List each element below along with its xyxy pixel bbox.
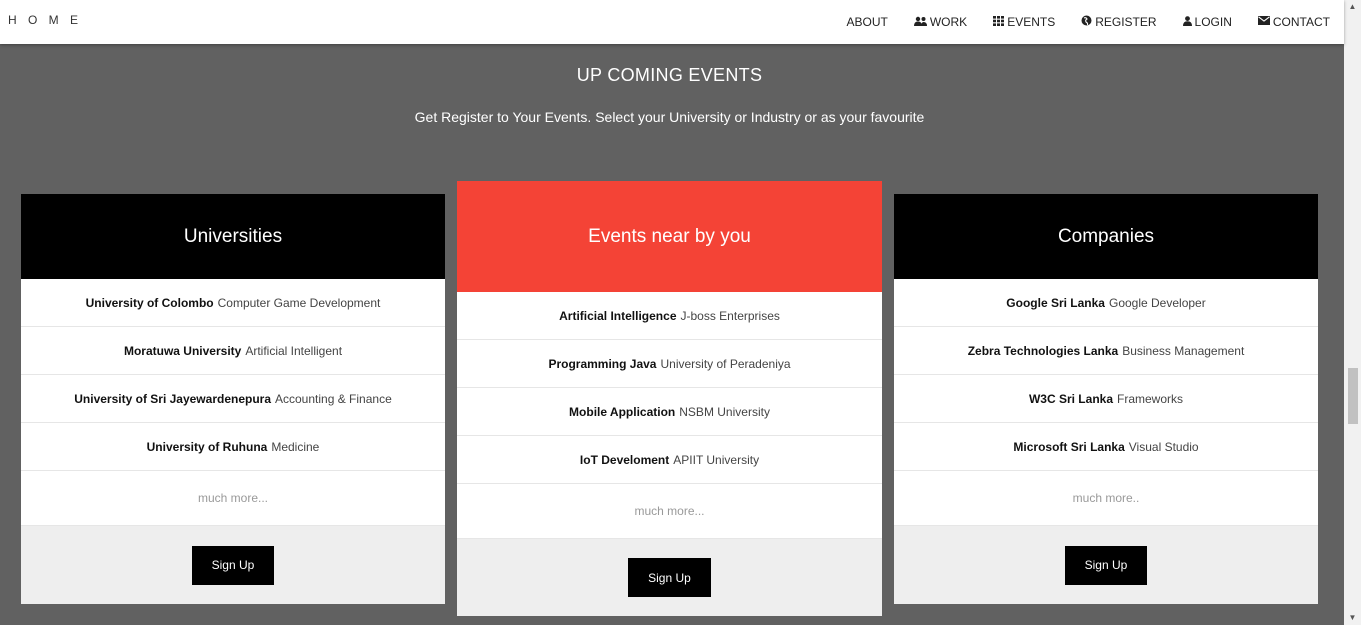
item-detail: University of Peradeniya bbox=[660, 356, 791, 371]
card-footer: Sign Up bbox=[894, 526, 1318, 604]
much-more-text: much more.. bbox=[894, 471, 1318, 526]
universities-card: Universities University of Colombo Comput… bbox=[21, 194, 445, 604]
item-name: University of Ruhuna bbox=[146, 439, 268, 454]
nav-login-label: LOGIN bbox=[1194, 15, 1232, 29]
item-detail: Visual Studio bbox=[1128, 439, 1199, 454]
nav-contact-label: CONTACT bbox=[1272, 15, 1330, 29]
card-header: Events near by you bbox=[457, 181, 882, 292]
item-detail: Business Management bbox=[1122, 343, 1245, 358]
sign-up-button[interactable]: Sign Up bbox=[192, 545, 274, 585]
list-item: Programming Java University of Peradeniya bbox=[457, 340, 882, 388]
globe-icon bbox=[1081, 15, 1092, 29]
page-scrollbar[interactable]: ▲ ▼ bbox=[1344, 0, 1361, 625]
item-detail: J-boss Enterprises bbox=[680, 308, 780, 323]
list-item: University of Sri Jayewardenepura Account… bbox=[21, 375, 445, 423]
item-name: Microsoft Sri Lanka bbox=[1013, 439, 1125, 454]
list-item: IoT Develoment APIIT University bbox=[457, 436, 882, 484]
events-near-card: Events near by you Artificial Intelligen… bbox=[457, 181, 882, 616]
list-item: Mobile Application NSBM University bbox=[457, 388, 882, 436]
card-footer: Sign Up bbox=[21, 526, 445, 604]
item-name: W3C Sri Lanka bbox=[1028, 391, 1113, 406]
list-item: Zebra Technologies Lanka Business Managem… bbox=[894, 327, 1318, 375]
scroll-thumb[interactable] bbox=[1348, 368, 1358, 424]
nav-register-label: REGISTER bbox=[1095, 15, 1157, 29]
list-item: W3C Sri Lanka Frameworks bbox=[894, 375, 1318, 423]
item-name: IoT Develoment bbox=[579, 452, 670, 467]
envelope-icon bbox=[1257, 16, 1270, 28]
nav-login[interactable]: LOGIN bbox=[1182, 15, 1232, 29]
item-detail: Artificial Intelligent bbox=[245, 343, 343, 358]
card-title: Events near by you bbox=[588, 225, 751, 247]
nav-about-label: ABOUT bbox=[846, 15, 888, 29]
item-name: Mobile Application bbox=[569, 404, 676, 419]
item-name: University of Colombo bbox=[85, 295, 214, 310]
much-more-text: much more... bbox=[21, 471, 445, 526]
card-title: Companies bbox=[1057, 225, 1155, 247]
item-detail: Medicine bbox=[271, 439, 320, 454]
item-name: Moratuwa University bbox=[123, 343, 242, 358]
list-item: Microsoft Sri Lanka Visual Studio bbox=[894, 423, 1318, 471]
item-detail: NSBM University bbox=[679, 404, 770, 419]
section-subtitle: Get Register to Your Events. Select your… bbox=[414, 109, 925, 125]
sign-up-button[interactable]: Sign Up bbox=[1065, 545, 1147, 585]
nav-work[interactable]: WORK bbox=[913, 15, 968, 29]
nav-about[interactable]: ABOUT bbox=[847, 15, 888, 29]
users-icon bbox=[913, 16, 927, 29]
nav-contact[interactable]: CONTACT bbox=[1257, 15, 1330, 29]
item-detail: Accounting & Finance bbox=[275, 391, 392, 406]
sign-up-button[interactable]: Sign Up bbox=[628, 558, 711, 597]
item-name: Google Sri Lanka bbox=[1006, 295, 1105, 310]
nav-register[interactable]: REGISTER bbox=[1081, 15, 1157, 29]
list-item: University of Colombo Computer Game Devel… bbox=[21, 279, 445, 327]
item-detail: Computer Game Development bbox=[217, 295, 381, 310]
section-title: UP COMING EVENTS bbox=[576, 65, 763, 85]
item-name: Artificial Intelligence bbox=[559, 308, 677, 323]
nav-work-label: WORK bbox=[929, 15, 968, 29]
nav-events[interactable]: EVENTS bbox=[993, 15, 1055, 29]
list-item: University of Ruhuna Medicine bbox=[21, 423, 445, 471]
scroll-down-arrow-icon[interactable]: ▼ bbox=[1344, 611, 1361, 625]
item-detail: Frameworks bbox=[1117, 391, 1184, 406]
card-title: Universities bbox=[183, 225, 283, 247]
grid-icon bbox=[993, 15, 1005, 29]
user-icon bbox=[1182, 15, 1192, 29]
item-name: University of Sri Jayewardenepura bbox=[74, 391, 271, 406]
item-detail: Google Developer bbox=[1108, 295, 1206, 310]
top-navbar: H O M E ABOUT WORK EVENTS REGISTER LOGIN… bbox=[0, 0, 1344, 44]
card-header: Companies bbox=[894, 194, 1318, 279]
list-item: Google Sri Lanka Google Developer bbox=[894, 279, 1318, 327]
list-item: Artificial Intelligence J-boss Enterprise… bbox=[457, 292, 882, 340]
card-footer: Sign Up bbox=[457, 539, 882, 616]
item-detail: APIIT University bbox=[673, 452, 760, 467]
item-name: Programming Java bbox=[548, 356, 657, 371]
nav-events-label: EVENTS bbox=[1007, 15, 1056, 29]
item-name: Zebra Technologies Lanka bbox=[967, 343, 1119, 358]
home-link[interactable]: H O M E bbox=[8, 13, 82, 27]
nav-menu: ABOUT WORK EVENTS REGISTER LOGIN CONTACT bbox=[821, 0, 1331, 44]
much-more-text: much more... bbox=[457, 484, 882, 539]
companies-card: Companies Google Sri Lanka Google Develop… bbox=[894, 194, 1318, 604]
card-header: Universities bbox=[21, 194, 445, 279]
list-item: Moratuwa University Artificial Intelligen… bbox=[21, 327, 445, 375]
scroll-up-arrow-icon[interactable]: ▲ bbox=[1344, 0, 1361, 14]
